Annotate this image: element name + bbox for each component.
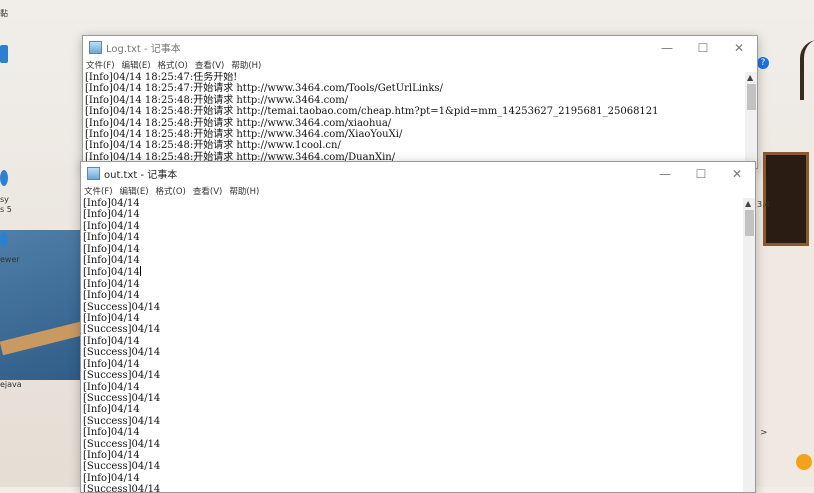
- notepad-window-out[interactable]: out.txt - 记事本 — ☐ ✕ 文件(F) 编辑(E) 格式(O) 查看…: [80, 161, 756, 493]
- text-line: [Info]04/14: [83, 278, 140, 290]
- title-bar[interactable]: out.txt - 记事本 — ☐ ✕: [81, 162, 755, 185]
- menu-file[interactable]: 文件(F): [84, 185, 113, 198]
- text-line: [Info]04/14: [83, 449, 140, 461]
- text-line: [Info]04/14: [83, 255, 140, 267]
- menu-bar: 文件(F) 编辑(E) 格式(O) 查看(V) 帮助(H): [81, 185, 755, 198]
- text-line: [Info]04/14: [83, 313, 140, 325]
- menu-edit[interactable]: 编辑(E): [122, 59, 151, 72]
- text-line: [Info]04/14: [83, 335, 140, 347]
- text-line: [Info]04/14: [83, 220, 140, 232]
- scroll-thumb[interactable]: [747, 84, 756, 110]
- close-button[interactable]: ✕: [719, 167, 755, 181]
- menu-format[interactable]: 格式(O): [158, 59, 188, 72]
- menu-help[interactable]: 帮助(H): [231, 59, 261, 72]
- text-line: [Info]04/14: [83, 427, 140, 439]
- text-line: [Info]04/14 18:25:48:开始请求 http://temai.t…: [85, 106, 659, 118]
- menu-format[interactable]: 格式(O): [156, 185, 186, 198]
- text-line: [Success]04/14: [83, 484, 161, 492]
- menu-view[interactable]: 查看(V): [193, 185, 222, 198]
- maximize-button[interactable]: ☐: [685, 41, 721, 55]
- close-button[interactable]: ✕: [721, 41, 757, 55]
- text-line: [Info]04/14: [83, 472, 140, 484]
- menu-edit[interactable]: 编辑(E): [120, 185, 149, 198]
- text-line: [Success]04/14: [83, 415, 161, 427]
- text-line: [Success]04/14: [83, 370, 161, 382]
- desktop-icon-label[interactable]: ejava: [0, 380, 22, 389]
- text-line: [Success]04/14: [83, 461, 161, 473]
- notepad-icon: [89, 41, 102, 54]
- chevron-right-icon[interactable]: >: [760, 428, 772, 458]
- scroll-up-icon[interactable]: ▲: [745, 199, 751, 208]
- text-line: [Info]04/14 18:25:48:开始请求 http://www.346…: [85, 129, 403, 141]
- window-title: Log.txt - 记事本: [106, 44, 181, 55]
- title-bar[interactable]: Log.txt - 记事本 — ☐ ✕: [83, 36, 757, 59]
- desktop-icon-label[interactable]: 黏: [0, 8, 8, 19]
- scroll-up-icon[interactable]: ▲: [747, 73, 753, 82]
- maximize-button[interactable]: ☐: [683, 167, 719, 181]
- wallpaper-picture-frame: [763, 152, 809, 246]
- text-line: [Success]04/14: [83, 347, 161, 359]
- text-editor[interactable]: [Info]04/14 [Info]04/14 [Info]04/14 [Info]0…: [81, 198, 743, 492]
- text-line: [Info]04/14 18:25:47:开始请求 http://www.346…: [85, 83, 443, 95]
- text-line: [Info]04/14 18:25:48:开始请求 http://www.1co…: [85, 140, 341, 152]
- text-line: [Info]04/14: [83, 404, 140, 416]
- text-line: [Success]04/14: [83, 392, 161, 404]
- background-window-text: 3.4: [757, 200, 770, 209]
- text-line: [Success]04/14: [83, 324, 161, 336]
- text-editor[interactable]: [Info]04/14 18:25:47:任务开始! [Info]04/14 18…: [83, 72, 745, 168]
- text-line: [Success]04/14: [83, 301, 161, 313]
- text-line: [Info]04/14: [83, 243, 140, 255]
- scroll-thumb[interactable]: [745, 210, 754, 236]
- text-line: [Info]04/14: [83, 198, 140, 209]
- text-line: [Info]04/14: [83, 232, 140, 244]
- vertical-scrollbar[interactable]: ▲: [745, 72, 757, 168]
- minimize-button[interactable]: —: [647, 167, 683, 181]
- text-line: [Info]04/14 18:25:47:任务开始!: [85, 72, 238, 83]
- text-line: [Info]04/14: [83, 266, 141, 279]
- desktop-icon-label[interactable]: s 5: [0, 205, 12, 214]
- menu-file[interactable]: 文件(F): [86, 59, 115, 72]
- window-title: out.txt - 记事本: [104, 170, 178, 181]
- text-line: [Info]04/14: [83, 358, 140, 370]
- text-line: [Success]04/14: [83, 438, 161, 450]
- desktop-shortcut-icon[interactable]: [0, 232, 8, 248]
- menu-view[interactable]: 查看(V): [195, 59, 224, 72]
- text-caret: [139, 266, 141, 277]
- text-line: [Info]04/14: [83, 290, 140, 302]
- text-line: [Info]04/14: [83, 381, 140, 393]
- help-icon[interactable]: ?: [757, 57, 769, 69]
- notepad-window-log[interactable]: Log.txt - 记事本 — ☐ ✕ 文件(F) 编辑(E) 格式(O) 查看…: [82, 35, 758, 169]
- text-line: [Info]04/14 18:25:48:开始请求 http://www.346…: [85, 94, 349, 106]
- minimize-button[interactable]: —: [649, 41, 685, 55]
- vertical-scrollbar[interactable]: ▲: [743, 198, 755, 492]
- desktop-icon-label[interactable]: sy: [0, 195, 9, 204]
- text-line: [Info]04/14: [83, 209, 140, 221]
- desktop-shortcut-icon[interactable]: [0, 45, 8, 63]
- desktop-shortcut-icon[interactable]: [0, 170, 8, 186]
- notepad-icon: [87, 167, 100, 180]
- wallpaper-lamp: [800, 40, 814, 100]
- desktop-icon-label[interactable]: ewer: [0, 255, 20, 264]
- tray-notification-icon[interactable]: [796, 454, 812, 470]
- menu-bar: 文件(F) 编辑(E) 格式(O) 查看(V) 帮助(H): [83, 59, 757, 72]
- menu-help[interactable]: 帮助(H): [229, 185, 259, 198]
- text-line: [Info]04/14 18:25:48:开始请求 http://www.346…: [85, 117, 392, 129]
